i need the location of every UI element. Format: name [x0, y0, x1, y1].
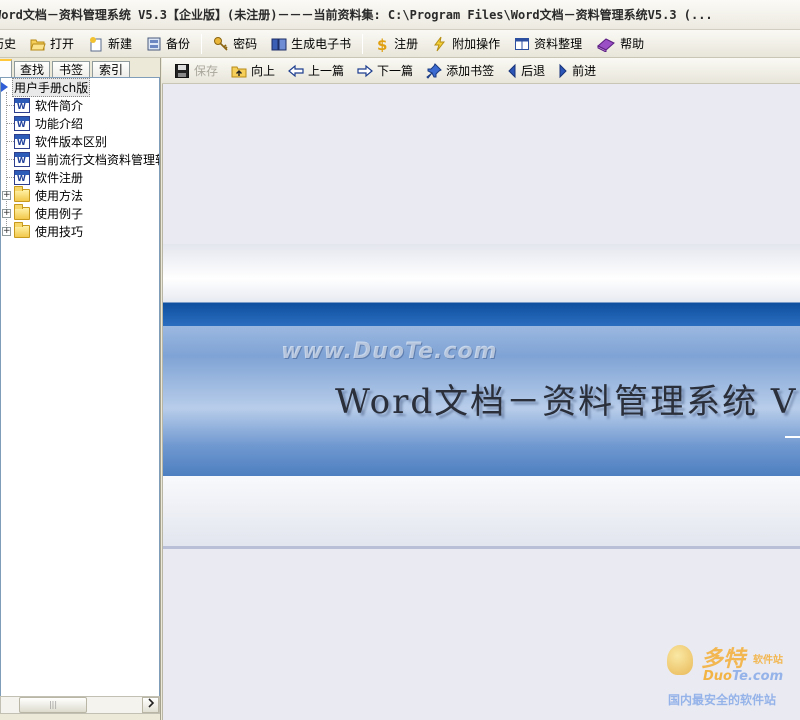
word-document-icon	[14, 169, 30, 185]
next-article-button[interactable]: 下一篇	[353, 62, 422, 79]
toolbar-separator	[201, 33, 203, 54]
banner-divider	[163, 546, 800, 549]
duote-watermark-logo: 多特 软件站 DuoTe.com 国内最安全的软件站	[667, 645, 784, 707]
tree-folder-usage[interactable]: 使用方法	[14, 185, 84, 204]
document-view[interactable]: www.DuoTe.com Word文档－资料管理系统 V 多特 软件站 Duo…	[162, 84, 800, 720]
back-button[interactable]: 后退	[503, 62, 554, 79]
new-icon	[88, 36, 104, 52]
tree-connector	[6, 159, 14, 160]
backup-button[interactable]: 备份	[139, 32, 197, 56]
previous-article-button[interactable]: 上一篇	[284, 62, 353, 79]
backup-icon	[146, 36, 162, 52]
save-icon	[174, 63, 190, 79]
banner-decoration	[785, 436, 800, 438]
back-icon	[507, 63, 517, 79]
arrow-left-icon	[288, 63, 304, 79]
banner-watermark: www.DuoTe.com	[281, 339, 498, 364]
tree-horizontal-scrollbar[interactable]: < |||	[0, 696, 160, 714]
expand-toggle[interactable]: +	[2, 209, 11, 218]
dollar-icon: $	[374, 36, 390, 54]
pin-icon	[426, 62, 442, 79]
main-toolbar: 历史 打开 新建 备份 密码 生成电子书 $ 注册	[0, 30, 800, 58]
up-folder-icon	[231, 63, 247, 79]
banner-title: Word文档－资料管理系统 V	[335, 382, 798, 422]
tree-item-versions[interactable]: 软件版本区别	[14, 132, 108, 150]
tree-folder-examples[interactable]: 使用例子	[14, 203, 84, 222]
key-icon	[213, 36, 229, 52]
save-button[interactable]: 保存	[170, 62, 227, 79]
chevron-right-icon	[147, 698, 154, 708]
open-button[interactable]: 打开	[23, 32, 81, 56]
toolbar-separator	[362, 33, 364, 54]
add-bookmark-button[interactable]: 添加书签	[422, 62, 503, 79]
extra-operations-button[interactable]: 附加操作	[425, 32, 507, 56]
window-title: Word文档－资料管理系统 V5.3【企业版】(未注册)－－－当前资料集: C:…	[0, 8, 713, 22]
tree-connector	[6, 105, 14, 106]
up-button[interactable]: 向上	[227, 62, 284, 79]
navigation-pane: 查找 书签 索引 用户手册ch版 软件简介 功能介绍 软件版本区别	[0, 58, 161, 720]
nav-tabs: 查找 书签 索引	[0, 59, 160, 79]
banner-band	[163, 476, 800, 548]
banner-band	[163, 244, 800, 302]
content-toolbar: 保存 向上 上一篇 下一篇 添加书签 后退 前进	[162, 58, 800, 84]
register-button[interactable]: $ 注册	[367, 32, 425, 56]
tree-folder-tips[interactable]: 使用技巧	[14, 221, 84, 240]
tab-contents[interactable]	[0, 59, 12, 79]
folder-icon	[14, 185, 30, 202]
tree-item-intro[interactable]: 软件简介	[14, 96, 84, 114]
history-button[interactable]: 历史	[0, 32, 23, 56]
tree-connector	[6, 123, 14, 124]
new-button[interactable]: 新建	[81, 32, 139, 56]
lightning-icon	[432, 36, 448, 52]
organize-data-button[interactable]: 资料整理	[507, 32, 589, 56]
open-folder-icon	[30, 36, 46, 52]
tree-item-features[interactable]: 功能介绍	[14, 114, 84, 132]
folder-icon	[14, 203, 30, 220]
current-node-arrow-icon	[1, 82, 8, 92]
word-document-icon	[14, 133, 30, 149]
folder-icon	[14, 221, 30, 238]
word-document-icon	[14, 151, 30, 167]
make-ebook-button[interactable]: 生成电子书	[264, 32, 358, 56]
window-title-bar: Word文档－资料管理系统 V5.3【企业版】(未注册)－－－当前资料集: C:…	[0, 0, 800, 30]
tree-root[interactable]: 用户手册ch版	[1, 78, 91, 97]
word-document-icon	[14, 115, 30, 131]
tree-connector	[6, 177, 14, 178]
expand-toggle[interactable]: +	[2, 227, 11, 236]
password-button[interactable]: 密码	[206, 32, 264, 56]
forward-icon	[558, 63, 568, 79]
tree-item-registration[interactable]: 软件注册	[14, 168, 84, 186]
window-icon	[514, 36, 530, 52]
svg-text:$: $	[377, 36, 387, 52]
banner-band	[163, 302, 800, 326]
tree-item-popular-software[interactable]: 当前流行文档资料管理软	[14, 150, 159, 168]
tree-connector	[6, 141, 14, 142]
help-button[interactable]: 帮助	[589, 32, 651, 56]
book-icon	[271, 36, 287, 52]
help-book-icon	[596, 36, 616, 53]
scrollbar-thumb[interactable]: |||	[19, 697, 87, 713]
document-tree: 用户手册ch版 软件简介 功能介绍 软件版本区别 当前流行文档资料管理软 软件注…	[0, 77, 160, 697]
word-document-icon	[14, 97, 30, 113]
expand-toggle[interactable]: +	[2, 191, 11, 200]
scroll-right-button[interactable]	[142, 697, 159, 713]
mascot-icon	[667, 645, 693, 675]
forward-button[interactable]: 前进	[554, 62, 605, 79]
arrow-right-icon	[357, 63, 373, 79]
